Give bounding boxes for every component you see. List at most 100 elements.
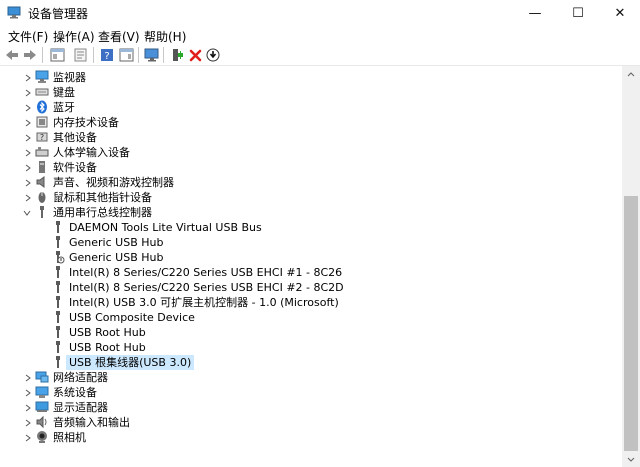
properties-button[interactable]: [71, 46, 89, 64]
forward-button[interactable]: [21, 46, 39, 64]
scan-hardware-button[interactable]: [143, 46, 161, 64]
tree-item-label: 鼠标和其他指针设备: [53, 191, 152, 204]
tree-item-human-interface-devices[interactable]: 人体学输入设备: [0, 145, 600, 160]
scrollbar-thumb[interactable]: [624, 196, 638, 451]
toolbar-separator: [138, 47, 139, 63]
svg-text:?: ?: [104, 51, 109, 62]
expand-chevron-icon[interactable]: [23, 103, 32, 112]
tree-item-system-devices[interactable]: 系统设备: [0, 385, 600, 400]
expand-chevron-icon[interactable]: [23, 373, 32, 382]
tree-item-audio-inputs-outputs[interactable]: 音频输入和输出: [0, 415, 600, 430]
menu-file[interactable]: 文件(F): [8, 28, 48, 45]
tree-item-software-devices[interactable]: 软件设备: [0, 160, 600, 175]
tree-item-bluetooth[interactable]: 蓝牙: [0, 100, 600, 115]
minimize-icon: —: [528, 5, 542, 21]
tree-item-label: 软件设备: [53, 161, 97, 174]
back-icon: [6, 50, 18, 60]
usb-device-item[interactable]: USB Root Hub: [0, 340, 600, 355]
system-device-icon: [35, 385, 49, 399]
tree-item-label: 声音、视频和游戏控制器: [53, 176, 174, 189]
scroll-up-button[interactable]: [622, 66, 640, 82]
menu-help[interactable]: 帮助(H): [144, 28, 186, 45]
back-button[interactable]: [3, 46, 21, 64]
usb-device-label: Intel(R) 8 Series/C220 Series USB EHCI #…: [69, 266, 343, 279]
tree-item-label: 照相机: [53, 431, 86, 444]
usb-device-item[interactable]: USB Root Hub: [0, 325, 600, 340]
tree-item-other-devices[interactable]: ? 其他设备: [0, 130, 600, 145]
expand-chevron-icon[interactable]: [23, 118, 32, 127]
camera-icon: [35, 430, 49, 444]
expand-chevron-icon[interactable]: [23, 193, 32, 202]
maximize-button[interactable]: ☐: [557, 0, 599, 26]
show-hide-console-tree-button[interactable]: [48, 46, 66, 64]
usb-plug-icon: [51, 340, 65, 354]
tree-item-network-adapters[interactable]: 网络适配器: [0, 370, 600, 385]
expand-chevron-icon[interactable]: [23, 133, 32, 142]
usb-device-item[interactable]: USB Composite Device: [0, 310, 600, 325]
close-button[interactable]: ✕: [599, 0, 640, 26]
expand-chevron-icon[interactable]: [23, 403, 32, 412]
usb-plug-icon: [51, 355, 65, 369]
help-button[interactable]: ?: [98, 46, 116, 64]
tree-item-sound-video-game-controllers[interactable]: 声音、视频和游戏控制器: [0, 175, 600, 190]
tree-item-monitors[interactable]: 监视器: [0, 70, 600, 85]
scroll-down-button[interactable]: [622, 451, 640, 467]
scroll-up-icon: [627, 71, 635, 76]
device-manager-app-icon: [7, 6, 21, 19]
usb-plug-icon: [51, 265, 65, 279]
tree-item-display-adapters[interactable]: 显示适配器: [0, 400, 600, 415]
forward-icon: [24, 50, 36, 60]
update-driver-button[interactable]: [204, 46, 222, 64]
uninstall-button[interactable]: [186, 46, 204, 64]
expand-chevron-icon[interactable]: [23, 178, 32, 187]
expand-chevron-icon[interactable]: [23, 88, 32, 97]
usb-device-label: USB Composite Device: [69, 311, 195, 324]
vertical-scrollbar[interactable]: [622, 66, 640, 467]
tree-item-label: 音频输入和输出: [53, 416, 130, 429]
tree-item-label: 监视器: [53, 71, 86, 84]
show-action-pane-icon: [119, 48, 133, 62]
menu-bar: 文件(F) 操作(A) 查看(V) 帮助(H): [0, 26, 640, 45]
tree-item-label: 显示适配器: [53, 401, 108, 414]
usb-device-item[interactable]: Intel(R) USB 3.0 可扩展主机控制器 - 1.0 (Microso…: [0, 295, 600, 310]
svg-text:?: ?: [40, 133, 44, 142]
usb-device-item[interactable]: Intel(R) 8 Series/C220 Series USB EHCI #…: [0, 280, 600, 295]
tree-item-cameras[interactable]: 照相机: [0, 430, 600, 445]
usb-device-item[interactable]: DAEMON Tools Lite Virtual USB Bus: [0, 220, 600, 235]
add-driver-icon: [173, 49, 183, 61]
keyboard-icon: [35, 85, 49, 99]
expand-chevron-icon[interactable]: [23, 388, 32, 397]
minimize-button[interactable]: —: [514, 0, 556, 26]
maximize-icon: ☐: [572, 5, 584, 21]
tree-item-mice[interactable]: 鼠标和其他指针设备: [0, 190, 600, 205]
add-driver-button[interactable]: [168, 46, 186, 64]
menu-action[interactable]: 操作(A): [53, 28, 95, 45]
expand-chevron-icon[interactable]: [23, 148, 32, 157]
scroll-down-icon: [627, 457, 635, 462]
tree-item-label: 蓝牙: [53, 101, 75, 114]
tree-item-label: 键盘: [53, 86, 75, 99]
expand-chevron-icon[interactable]: [23, 163, 32, 172]
expand-chevron-icon[interactable]: [23, 433, 32, 442]
network-adapter-icon: [35, 370, 49, 384]
hid-icon: [35, 145, 49, 159]
menu-view[interactable]: 查看(V): [98, 28, 140, 45]
expand-chevron-icon[interactable]: [23, 73, 32, 82]
collapse-chevron-icon[interactable]: [22, 208, 31, 217]
usb-device-label: Generic USB Hub: [69, 236, 164, 249]
scan-hardware-icon: [144, 48, 159, 62]
show-hide-console-tree-icon: [50, 48, 64, 62]
show-action-pane-button[interactable]: [117, 46, 135, 64]
usb-device-item[interactable]: Generic USB Hub: [0, 250, 600, 265]
usb-device-item[interactable]: Generic USB Hub: [0, 235, 600, 250]
tree-item-usb-controllers[interactable]: 通用串行总线控制器: [0, 205, 600, 220]
expand-chevron-icon[interactable]: [23, 418, 32, 427]
usb-device-item[interactable]: Intel(R) 8 Series/C220 Series USB EHCI #…: [0, 265, 600, 280]
device-tree: 监视器 键盘 蓝牙 内存技术设备 ? 其他设备 人体学输入设备 软件设备 声音、…: [0, 66, 622, 467]
usb-icon: [35, 205, 49, 219]
tree-item-memory-technology-devices[interactable]: 内存技术设备: [0, 115, 600, 130]
usb-device-item-selected[interactable]: USB 根集线器(USB 3.0): [0, 355, 600, 370]
usb-plug-disabled-icon: [51, 250, 65, 264]
tree-item-keyboards[interactable]: 键盘: [0, 85, 600, 100]
tree-item-label: 人体学输入设备: [53, 146, 130, 159]
